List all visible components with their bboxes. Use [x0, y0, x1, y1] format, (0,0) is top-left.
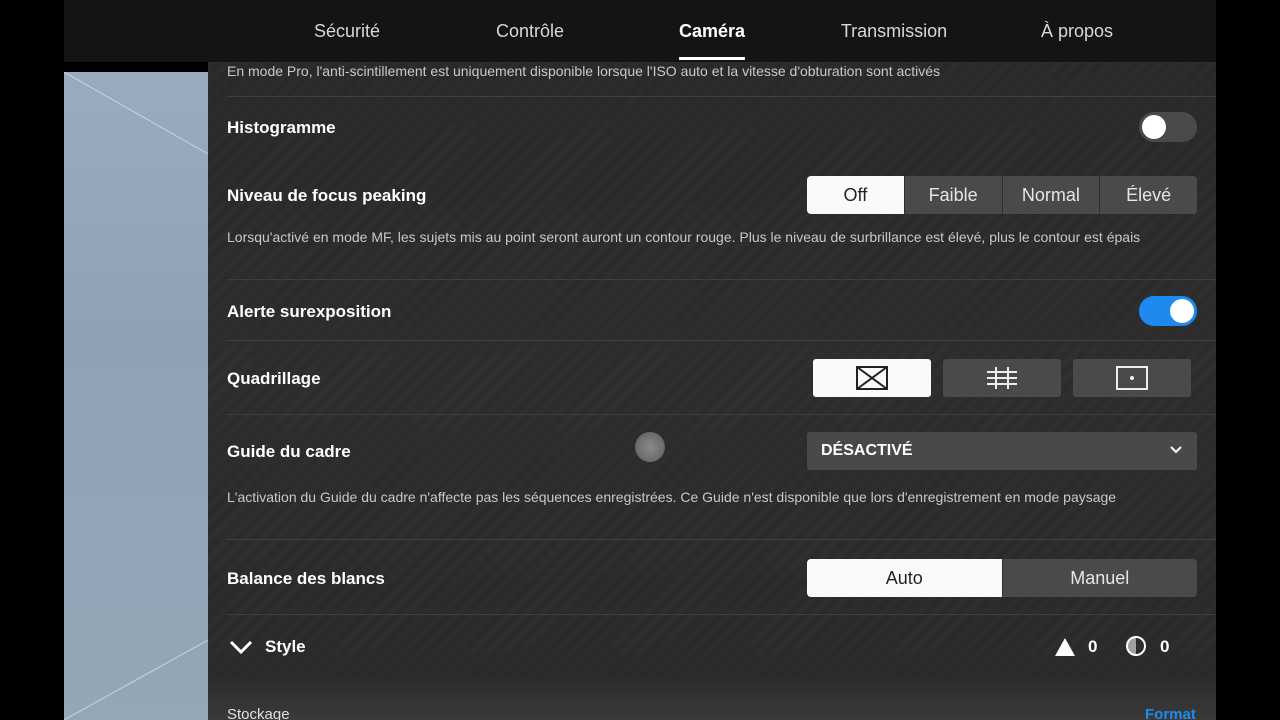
histogram-toggle[interactable]: [1139, 112, 1197, 142]
sharpness-icon: [1055, 638, 1075, 656]
white-balance-option-auto[interactable]: Auto: [807, 559, 1002, 597]
tab-transmission[interactable]: Transmission: [841, 0, 947, 62]
camera-settings-panel[interactable]: En mode Pro, l'anti-scintillement est un…: [208, 62, 1216, 720]
tab-securite[interactable]: Sécurité: [314, 0, 380, 62]
focus-peaking-description: Lorsqu'activé en mode MF, les sujets mis…: [227, 229, 1141, 245]
focus-peaking-option-off[interactable]: Off: [807, 176, 904, 214]
center-point-icon: [1116, 366, 1148, 390]
overexposure-toggle[interactable]: [1139, 296, 1197, 326]
sharpness-value: 0: [1088, 637, 1098, 656]
grid-label: Quadrillage: [227, 369, 321, 388]
focus-peaking-label: Niveau de focus peaking: [227, 186, 427, 205]
frame-guide-label: Guide du cadre: [227, 442, 351, 461]
storage-row-background: [208, 676, 1216, 720]
left-letterbox: [0, 0, 64, 720]
tab-controle[interactable]: Contrôle: [496, 0, 564, 62]
divider: [227, 279, 1216, 280]
divider: [227, 614, 1216, 615]
frame-guide-value: DÉSACTIVÉ: [821, 442, 913, 459]
grid-option-diagonal[interactable]: [813, 359, 931, 397]
panel-background: [208, 62, 1216, 720]
divider: [227, 340, 1216, 341]
style-label[interactable]: Style: [265, 637, 306, 657]
divider: [227, 96, 1216, 97]
focus-peaking-option-faible[interactable]: Faible: [903, 176, 1002, 214]
app-screen: Sécurité Contrôle Caméra Transmission À …: [0, 0, 1280, 720]
right-letterbox: [1216, 0, 1280, 720]
settings-tab-bar: Sécurité Contrôle Caméra Transmission À …: [64, 0, 1216, 62]
camera-live-view[interactable]: [64, 72, 208, 720]
grid-option-center[interactable]: [1073, 359, 1191, 397]
chevron-down-icon[interactable]: [229, 639, 253, 655]
divider: [227, 539, 1216, 540]
histogram-label: Histogramme: [227, 118, 336, 137]
frame-guide-description: L'activation du Guide du cadre n'affecte…: [227, 489, 1117, 505]
frame-guide-dropdown[interactable]: DÉSACTIVÉ: [807, 432, 1197, 470]
overexposure-label: Alerte surexposition: [227, 302, 392, 321]
format-button[interactable]: Format: [1145, 706, 1196, 720]
white-balance-selector: Auto Manuel: [807, 559, 1197, 597]
white-balance-label: Balance des blancs: [227, 569, 385, 588]
white-balance-option-manuel[interactable]: Manuel: [1001, 559, 1198, 597]
divider: [227, 414, 1216, 415]
diagonal-grid-icon: [856, 366, 888, 390]
tab-camera[interactable]: Caméra: [678, 0, 746, 62]
focus-peaking-option-eleve[interactable]: Élevé: [1099, 176, 1197, 214]
tab-a-propos[interactable]: À propos: [1041, 0, 1113, 62]
toggle-knob: [1170, 299, 1194, 323]
contrast-icon: [1126, 636, 1146, 656]
anti-flicker-note: En mode Pro, l'anti-scintillement est un…: [227, 63, 941, 79]
focus-peaking-selector: Off Faible Normal Élevé: [807, 176, 1197, 214]
storage-label: Stockage: [227, 706, 290, 720]
focus-point-indicator: [635, 432, 665, 462]
chevron-down-icon: [1170, 446, 1182, 454]
contrast-value: 0: [1160, 637, 1170, 656]
grid-lines-icon: [987, 367, 1017, 389]
grid-option-lines[interactable]: [943, 359, 1061, 397]
focus-peaking-option-normal[interactable]: Normal: [1001, 176, 1100, 214]
camera-view-lines: [64, 72, 208, 720]
toggle-knob: [1142, 115, 1166, 139]
